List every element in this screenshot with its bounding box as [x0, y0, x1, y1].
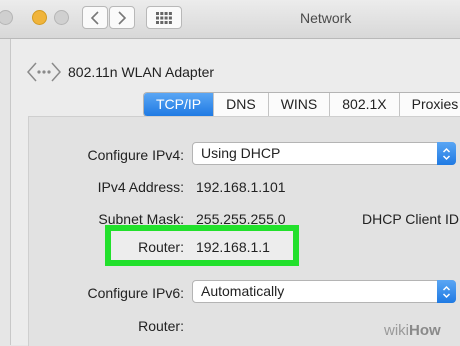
configure-ipv4-select[interactable]: Using DHCP: [192, 142, 456, 165]
ipv6-router-label: Router:: [138, 318, 184, 334]
title-bar: Network: [0, 0, 460, 39]
configure-ipv6-select[interactable]: Automatically: [192, 280, 456, 303]
tab-proxies[interactable]: Proxies: [400, 93, 460, 116]
window-title: Network: [300, 10, 352, 26]
configure-ipv6-label: Configure IPv6:: [87, 285, 185, 301]
ipv4-address-label: IPv4 Address:: [97, 179, 184, 195]
configure-ipv4-value: Using DHCP: [201, 145, 281, 161]
grid-icon: [156, 11, 172, 24]
network-adapter-icon: [27, 62, 61, 82]
updown-chevron-icon: [437, 142, 456, 165]
router-value: 192.168.1.1: [196, 239, 270, 255]
adapter-name: 802.11n WLAN Adapter: [68, 64, 215, 80]
minimize-window-button[interactable]: [32, 10, 47, 25]
wikihow-watermark: wikiHow: [384, 322, 441, 339]
chevron-right-icon: [118, 10, 127, 25]
show-all-button[interactable]: [146, 6, 182, 29]
chevron-left-icon: [90, 10, 99, 25]
dhcp-client-id-label: DHCP Client ID: [362, 211, 459, 227]
tab-dns[interactable]: DNS: [214, 93, 269, 116]
close-window-button[interactable]: [0, 10, 13, 25]
forward-button[interactable]: [109, 6, 135, 29]
ipv4-address-value: 192.168.1.101: [196, 179, 286, 195]
configure-ipv4-label: Configure IPv4:: [87, 147, 185, 163]
router-label: Router:: [138, 239, 184, 255]
configure-ipv6-value: Automatically: [201, 283, 285, 299]
tab-bar: TCP/IP DNS WINS 802.1X Proxies: [143, 92, 460, 117]
tab-wins[interactable]: WINS: [269, 93, 331, 116]
updown-chevron-icon: [437, 280, 456, 303]
tab-tcp-ip[interactable]: TCP/IP: [144, 93, 215, 116]
tab-802-1x[interactable]: 802.1X: [330, 93, 400, 116]
zoom-window-button[interactable]: [54, 10, 69, 25]
back-button[interactable]: [82, 6, 108, 29]
